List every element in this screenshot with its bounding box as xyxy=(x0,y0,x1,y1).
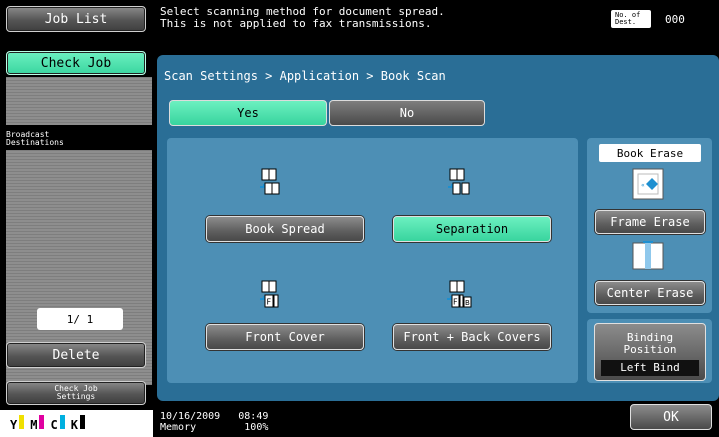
main-panel: Scan Settings > Application > Book Scan … xyxy=(157,55,719,401)
svg-text:«: « xyxy=(641,182,645,189)
svg-text:F: F xyxy=(267,298,272,307)
svg-text:B: B xyxy=(465,299,470,307)
dest-label: No. of Dest. xyxy=(611,10,651,28)
book-spread-icon xyxy=(260,168,280,195)
breadcrumb: Scan Settings > Application > Book Scan xyxy=(164,69,446,83)
instruction-message: Select scanning method for document spre… xyxy=(160,5,445,30)
dest-count: 000 xyxy=(665,12,685,26)
method-area: F F B Book Spread Separation Front Cover… xyxy=(167,138,578,383)
center-erase-icon xyxy=(632,241,664,270)
toner-k: K xyxy=(71,415,85,432)
separation-button[interactable]: Separation xyxy=(393,216,551,242)
no-button[interactable]: No xyxy=(329,100,485,126)
binding-position-value: Left Bind xyxy=(601,360,699,376)
check-job-settings-button[interactable]: Check Job Settings xyxy=(6,381,146,405)
frame-erase-icon: « xyxy=(632,168,664,200)
frame-erase-button[interactable]: Frame Erase xyxy=(595,210,705,234)
page-count: 1/ 1 xyxy=(37,308,123,330)
status-readout: 10/16/2009 08:49 Memory 100% xyxy=(160,411,268,433)
separation-icon xyxy=(448,168,470,195)
center-erase-button[interactable]: Center Erase xyxy=(595,281,705,305)
svg-text:F: F xyxy=(453,298,458,307)
toner-y: Y xyxy=(10,415,25,432)
binding-position-label: Binding Position xyxy=(623,331,677,356)
toner-m: M xyxy=(30,415,45,432)
ok-button[interactable]: OK xyxy=(630,404,712,430)
job-list-button[interactable]: Job List xyxy=(6,6,146,32)
front-cover-icon: F xyxy=(260,280,279,308)
toner-levels: Y M C K xyxy=(0,410,153,437)
left-panel: Job List Check Job Broadcast Destination… xyxy=(0,0,153,437)
front-cover-button[interactable]: Front Cover xyxy=(206,324,364,350)
datetime: 10/16/2009 08:49 xyxy=(160,411,269,422)
book-erase-title: Book Erase xyxy=(599,144,701,162)
broadcast-destinations-label: Broadcast Destinations xyxy=(6,130,64,147)
check-job-button[interactable]: Check Job xyxy=(6,51,146,75)
book-spread-button[interactable]: Book Spread xyxy=(206,216,364,242)
binding-position-panel: Binding Position Left Bind xyxy=(587,319,712,383)
front-back-covers-button[interactable]: Front + Back Covers xyxy=(393,324,551,350)
yes-button[interactable]: Yes xyxy=(169,100,327,126)
delete-button[interactable]: Delete xyxy=(6,342,146,368)
left-upper-panel xyxy=(6,77,152,125)
binding-position-button[interactable]: Binding Position Left Bind xyxy=(594,323,706,381)
front-back-covers-icon: F B xyxy=(447,280,472,308)
toner-c: C xyxy=(50,415,65,432)
memory: Memory 100% xyxy=(160,422,269,433)
book-erase-panel: Book Erase « Frame Erase Center Erase xyxy=(587,138,712,313)
destination-counter: No. of Dest. 000 xyxy=(611,6,717,32)
